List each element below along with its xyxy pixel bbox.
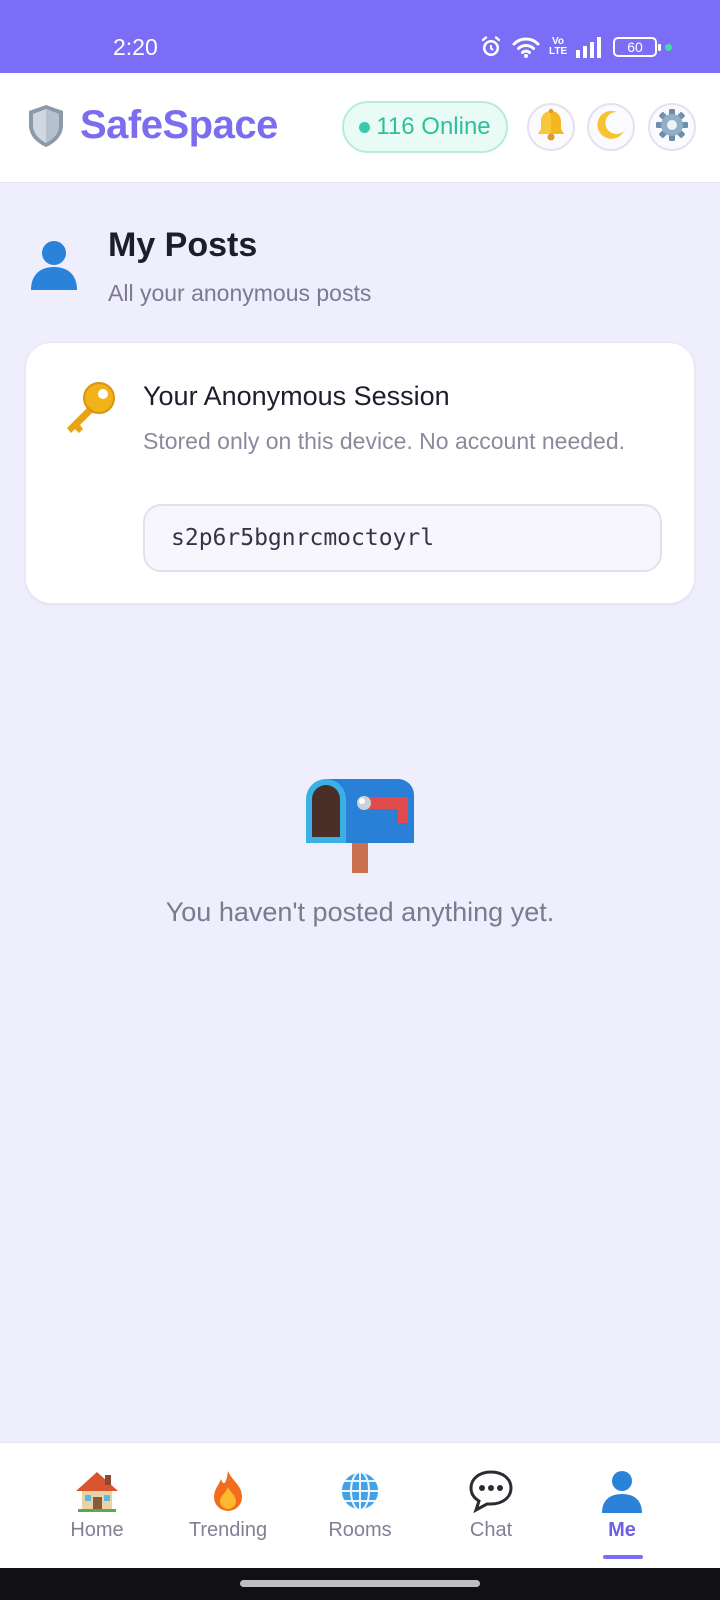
gear-icon [655,108,689,147]
settings-button[interactable] [648,103,696,151]
app-header: SafeSpace 116 Online [0,73,720,183]
system-navigation-bar [0,1568,720,1600]
fire-icon [205,1469,251,1513]
nav-me[interactable]: Me [562,1443,682,1569]
signal-icon [575,36,605,58]
nav-label: Chat [469,1519,513,1541]
volte-icon: Vo LTE [549,36,568,57]
nav-chat[interactable]: Chat [431,1443,551,1569]
alarm-icon [479,35,503,59]
battery-icon: 60 [613,37,661,57]
page-subtitle: All your anonymous posts [108,280,372,306]
session-title: Your Anonymous Session [143,381,450,411]
wifi-icon [511,35,541,59]
online-dot [359,121,371,133]
status-bar: 2:20 Vo LTE 60 [0,0,720,73]
app-name[interactable]: SafeSpace [80,103,278,148]
nav-label: Rooms [328,1519,392,1541]
status-time: 2:20 [113,34,158,60]
nav-rooms[interactable]: Rooms [300,1443,420,1569]
home-gesture-handle[interactable] [240,1580,480,1587]
nav-home[interactable]: Home [37,1443,157,1569]
nav-label: Me [608,1519,636,1541]
notification-dot [665,43,672,51]
mailbox-icon [304,777,416,873]
status-icons: Vo LTE 60 [479,34,672,60]
bottom-nav: Home Trending Rooms Chat Me [0,1442,720,1568]
online-count-label: 116 Online [376,113,491,140]
session-description: Stored only on this device. No account n… [143,428,626,454]
moon-icon [595,109,627,146]
session-card: Your Anonymous Session Stored only on th… [25,342,695,604]
bell-icon [535,108,567,147]
nav-label: Trending [188,1519,268,1541]
speech-bubble-icon [468,1469,514,1513]
notifications-button[interactable] [527,103,575,151]
active-tab-indicator [603,1555,643,1559]
session-id-field[interactable]: s2p6r5bgnrcmoctoyrl [143,504,662,572]
user-icon [28,236,80,292]
key-icon [61,379,119,437]
shield-icon [26,103,66,149]
house-icon [74,1469,120,1513]
user-icon [599,1469,645,1513]
page-title: My Posts [108,226,258,264]
nav-label: Home [70,1519,124,1541]
dark-mode-button[interactable] [587,103,635,151]
empty-state-message: You haven't posted anything yet. [165,897,555,927]
globe-icon [337,1469,383,1513]
nav-trending[interactable]: Trending [168,1443,288,1569]
online-count-badge[interactable]: 116 Online [342,101,508,153]
screen: 2:20 Vo LTE 60 SafeSpace 116 Online My P… [0,0,720,1600]
session-id-value: s2p6r5bgnrcmoctoyrl [171,525,435,551]
